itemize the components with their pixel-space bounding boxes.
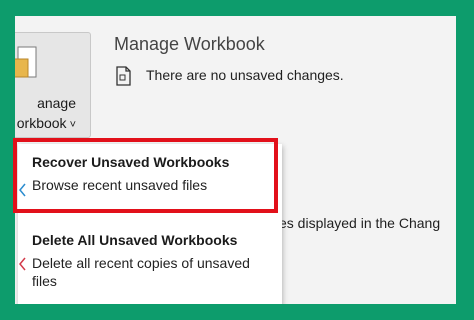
manage-workbook-button[interactable]: anage orkbook ˅ — [15, 32, 91, 138]
highlight-box — [13, 138, 278, 213]
status-text: There are no unsaved changes. — [146, 67, 344, 83]
page-title: Manage Workbook — [114, 34, 265, 54]
workbook-icon — [15, 46, 37, 78]
chevron-down-icon: ˅ — [69, 119, 76, 131]
menu-item-title: Delete All Unsaved Workbooks — [32, 232, 238, 248]
manage-button-label: anage orkbook ˅ — [16, 95, 76, 131]
menu-item-description: Delete all recent copies of unsaved file… — [32, 255, 250, 289]
background-text: es displayed in the Chang — [279, 215, 441, 231]
delete-icon — [19, 257, 26, 271]
menu-item-delete[interactable]: Delete All Unsaved Workbooks Delete all … — [18, 226, 282, 304]
document-icon — [116, 66, 131, 86]
